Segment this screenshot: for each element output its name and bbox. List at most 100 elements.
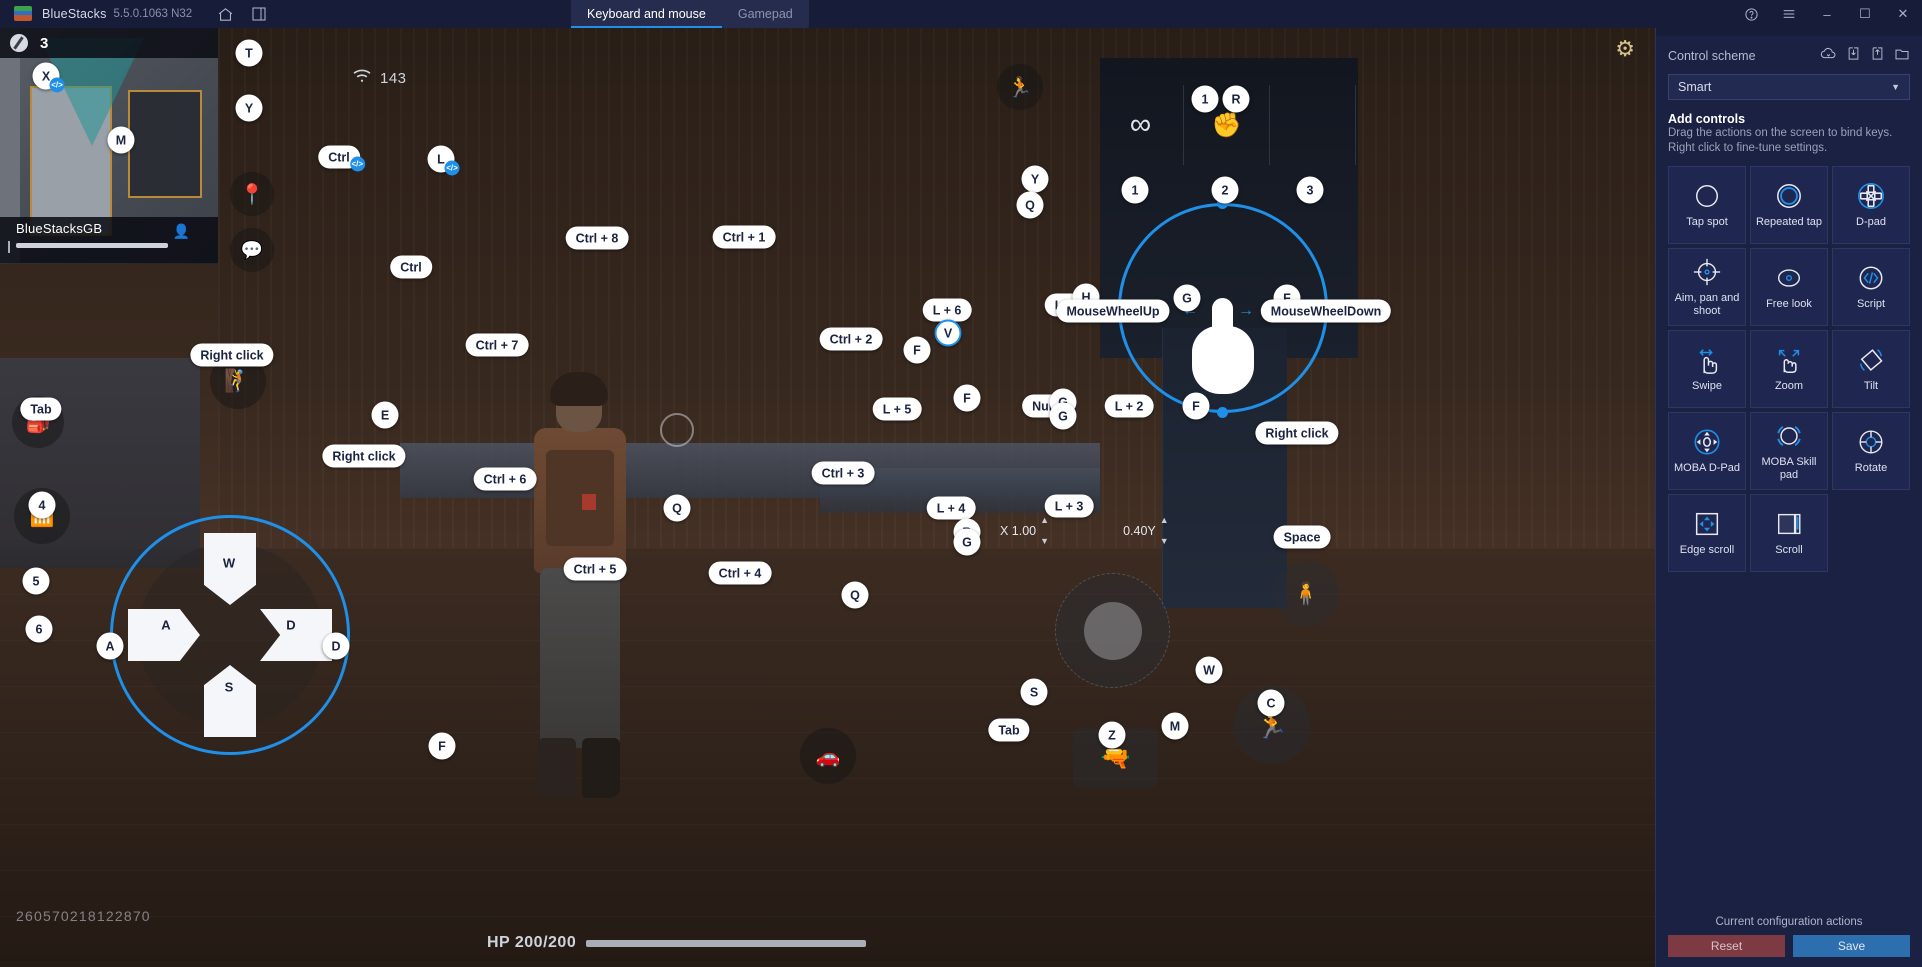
control-card-swipe[interactable]: Swipe bbox=[1668, 330, 1746, 408]
key-binding-bubble[interactable]: L + 5 bbox=[872, 397, 922, 421]
key-binding-bubble[interactable]: T bbox=[235, 39, 263, 67]
control-card-aim-pan-shoot[interactable]: Aim, pan and shoot bbox=[1668, 248, 1746, 326]
key-binding-bubble[interactable]: F bbox=[1182, 392, 1210, 420]
key-binding-bubble[interactable]: L </> bbox=[427, 145, 460, 176]
key-binding-bubble[interactable]: S bbox=[1020, 678, 1048, 706]
key-binding-bubble[interactable]: Right click bbox=[190, 343, 274, 367]
key-binding-bubble[interactable]: A bbox=[96, 632, 124, 660]
save-button[interactable]: Save bbox=[1793, 935, 1910, 957]
key-binding-bubble[interactable]: Ctrl + 3 bbox=[811, 461, 875, 485]
key-binding-bubble[interactable]: E bbox=[371, 401, 399, 429]
key-binding-bubble[interactable]: F bbox=[903, 336, 931, 364]
cloud-sync-icon[interactable] bbox=[1820, 46, 1837, 66]
key-binding-bubble[interactable]: Ctrl + 4 bbox=[708, 561, 772, 585]
reset-button[interactable]: Reset bbox=[1668, 935, 1785, 957]
key-binding-bubble[interactable]: G bbox=[1173, 284, 1201, 312]
close-button[interactable]: ✕ bbox=[1884, 0, 1922, 28]
fire-wheel[interactable] bbox=[1055, 573, 1170, 688]
key-binding-bubble[interactable]: Right click bbox=[1255, 421, 1339, 445]
import-icon[interactable] bbox=[1846, 46, 1861, 66]
key-binding-bubble[interactable]: Ctrl </> bbox=[318, 145, 365, 172]
key-binding-bubble[interactable]: W bbox=[1195, 656, 1223, 684]
key-binding-bubble[interactable]: Ctrl + 2 bbox=[819, 327, 883, 351]
key-binding-bubble[interactable]: M bbox=[107, 126, 135, 154]
mode-tabs[interactable]: Keyboard and mouse Gamepad bbox=[571, 0, 809, 28]
peek-button[interactable]: 🧍 bbox=[1273, 561, 1339, 627]
key-binding-bubble[interactable]: G bbox=[1049, 402, 1077, 430]
key-binding-bubble[interactable]: D bbox=[322, 632, 350, 660]
key-binding-bubble[interactable]: Ctrl + 6 bbox=[473, 467, 537, 491]
vehicle-button[interactable]: 🚗 bbox=[800, 728, 856, 784]
control-card-moba-skillpad[interactable]: MOBA Skill pad bbox=[1750, 412, 1828, 490]
key-binding-bubble[interactable]: Ctrl + 1 bbox=[712, 225, 776, 249]
control-card-repeated-tap[interactable]: Repeated tap bbox=[1750, 166, 1828, 244]
control-card-script[interactable]: Script bbox=[1832, 248, 1910, 326]
control-card-tilt[interactable]: Tilt bbox=[1832, 330, 1910, 408]
aim-handle-bottom[interactable] bbox=[1217, 407, 1228, 418]
key-binding-bubble[interactable]: L + 3 bbox=[1044, 494, 1094, 518]
game-viewport[interactable]: ∞ ✊ 3 BlueStacksGB 👤 143 ⚙ 📍 💬 🏃 🧗 🎒 🚗 🏃… bbox=[0, 28, 1655, 967]
key-binding-bubble[interactable]: L + 4 bbox=[926, 496, 976, 520]
gear-icon[interactable]: ⚙ bbox=[1615, 36, 1635, 62]
key-binding-bubble[interactable]: X </> bbox=[32, 62, 65, 93]
control-card-moba-dpad[interactable]: MOBA D-Pad bbox=[1668, 412, 1746, 490]
key-binding-bubble[interactable]: L + 6 bbox=[922, 298, 972, 322]
key-binding-bubble[interactable]: F bbox=[428, 732, 456, 760]
dpad-control[interactable]: W S A D bbox=[110, 515, 350, 755]
chat-button[interactable]: 💬 bbox=[230, 228, 274, 272]
control-card-dpad[interactable]: D-pad bbox=[1832, 166, 1910, 244]
control-scheme-select[interactable]: Smart ▼ bbox=[1668, 74, 1910, 100]
maximize-button[interactable]: ☐ bbox=[1846, 0, 1884, 28]
key-binding-bubble[interactable]: 1 bbox=[1121, 176, 1149, 204]
key-binding-bubble[interactable]: Tab bbox=[20, 397, 62, 421]
xy-stepper[interactable]: X 1.00 ▲ ▼ 0.40Y ▲ ▼ bbox=[1000, 516, 1169, 546]
key-binding-bubble[interactable]: Y bbox=[235, 94, 263, 122]
key-binding-bubble[interactable]: Q bbox=[1016, 191, 1044, 219]
control-card-free-look[interactable]: Free look bbox=[1750, 248, 1828, 326]
control-card-scroll[interactable]: Scroll bbox=[1750, 494, 1828, 572]
control-card-rotate[interactable]: Rotate bbox=[1832, 412, 1910, 490]
key-binding-bubble[interactable]: 2 bbox=[1211, 176, 1239, 204]
key-binding-bubble[interactable]: 6 bbox=[25, 615, 53, 643]
export-icon[interactable] bbox=[1870, 46, 1885, 66]
home-icon[interactable] bbox=[212, 1, 238, 27]
key-binding-bubble[interactable]: F bbox=[953, 384, 981, 412]
key-binding-bubble[interactable]: Ctrl + 5 bbox=[563, 557, 627, 581]
key-binding-bubble[interactable]: MouseWheelUp bbox=[1056, 299, 1170, 323]
weapon-slot-empty[interactable] bbox=[1270, 85, 1356, 165]
sprint-button[interactable]: 🏃 bbox=[997, 64, 1043, 110]
control-card-zoom[interactable]: Zoom bbox=[1750, 330, 1828, 408]
key-binding-bubble[interactable]: 5 bbox=[22, 567, 50, 595]
key-binding-bubble[interactable]: L + 2 bbox=[1104, 394, 1154, 418]
weapon-slot-infinity[interactable]: ∞ bbox=[1098, 85, 1184, 165]
key-binding-bubble[interactable]: Ctrl bbox=[390, 255, 432, 279]
key-binding-bubble[interactable]: V bbox=[934, 319, 962, 347]
key-binding-bubble[interactable]: Q bbox=[663, 494, 691, 522]
key-binding-bubble[interactable]: 4 bbox=[28, 491, 56, 519]
key-binding-bubble[interactable]: Tab bbox=[988, 718, 1030, 742]
tab-keyboard-and-mouse[interactable]: Keyboard and mouse bbox=[571, 0, 722, 28]
help-circle-icon[interactable] bbox=[1732, 0, 1770, 28]
folder-icon[interactable] bbox=[1894, 46, 1910, 66]
key-binding-bubble[interactable]: G bbox=[953, 528, 981, 556]
key-binding-bubble[interactable]: Q bbox=[841, 581, 869, 609]
minimize-button[interactable]: – bbox=[1808, 0, 1846, 28]
stepper-y-arrows[interactable]: ▲ ▼ bbox=[1160, 516, 1169, 546]
key-binding-bubble[interactable]: Y bbox=[1021, 165, 1049, 193]
key-binding-bubble[interactable]: Space bbox=[1273, 525, 1331, 549]
stepper-x-arrows[interactable]: ▲ ▼ bbox=[1040, 516, 1049, 546]
key-binding-bubble[interactable]: M bbox=[1161, 712, 1189, 740]
key-binding-bubble[interactable]: Ctrl + 7 bbox=[465, 333, 529, 357]
control-card-tap-spot[interactable]: Tap spot bbox=[1668, 166, 1746, 244]
tab-gamepad[interactable]: Gamepad bbox=[722, 0, 809, 28]
key-binding-bubble[interactable]: 1 bbox=[1191, 85, 1219, 113]
control-card-edge-scroll[interactable]: Edge scroll bbox=[1668, 494, 1746, 572]
multi-instance-icon[interactable] bbox=[246, 1, 272, 27]
key-binding-bubble[interactable]: Right click bbox=[322, 444, 406, 468]
key-binding-bubble[interactable]: Ctrl + 8 bbox=[565, 226, 629, 250]
key-binding-bubble[interactable]: 3 bbox=[1296, 176, 1324, 204]
hamburger-menu-icon[interactable] bbox=[1770, 0, 1808, 28]
key-binding-bubble[interactable]: MouseWheelDown bbox=[1260, 299, 1392, 323]
key-binding-bubble[interactable]: Z bbox=[1098, 721, 1126, 749]
key-binding-bubble[interactable]: R bbox=[1222, 85, 1250, 113]
